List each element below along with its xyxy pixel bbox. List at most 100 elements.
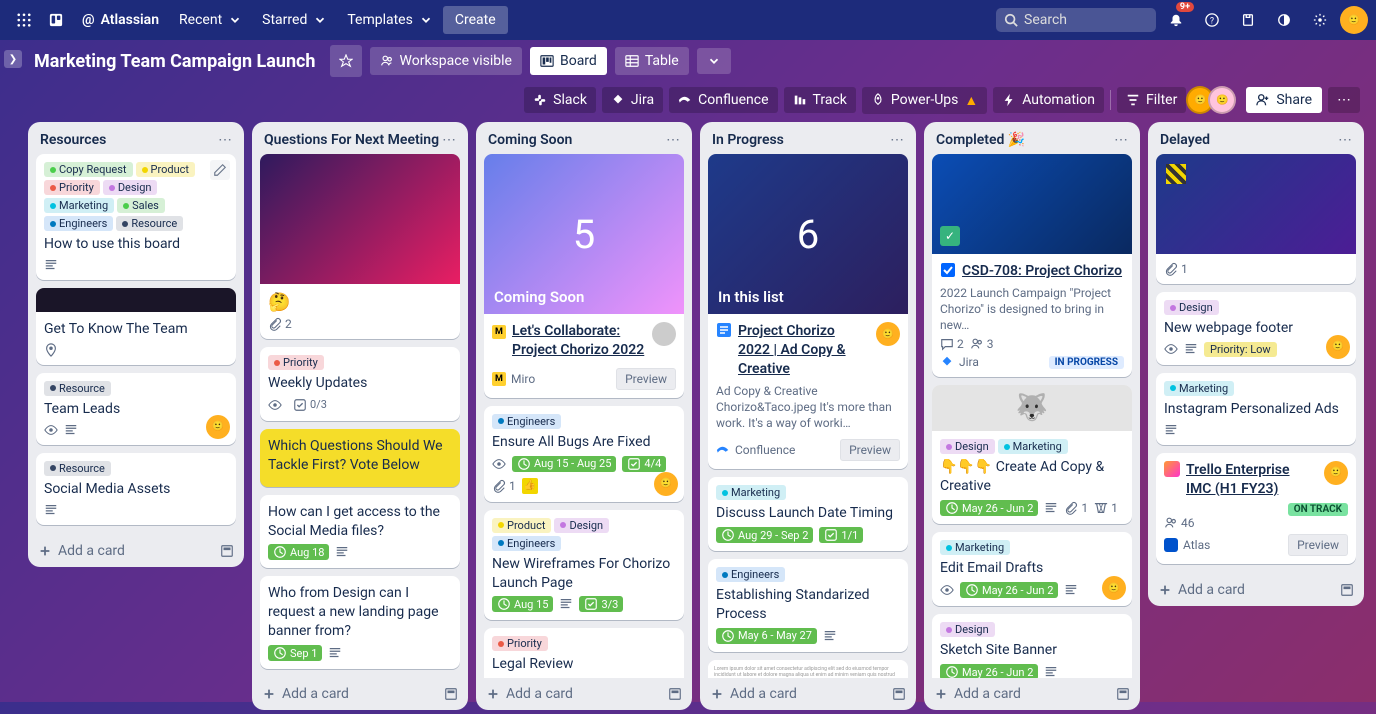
card[interactable]: MarketingInstagram Personalized Ads (1156, 373, 1356, 445)
star-icon[interactable] (330, 45, 362, 77)
nav-templates[interactable]: Templates (337, 6, 443, 34)
label[interactable]: Priority (492, 636, 548, 651)
due-date-badge[interactable]: Aug 15 (492, 596, 553, 612)
card[interactable]: 🤔 2 (260, 154, 460, 339)
card-template-icon[interactable] (892, 686, 906, 702)
card[interactable]: DesignNew webpage footerPriority: Low🙂 (1156, 292, 1356, 365)
board-menu-button[interactable]: ⋯ (1328, 87, 1360, 113)
list-menu-icon[interactable]: ⋯ (218, 132, 232, 148)
label[interactable]: Marketing (1164, 381, 1234, 396)
card[interactable]: ✓CSD-708: Project Chorizo2022 Launch Cam… (932, 154, 1132, 377)
card-template-icon[interactable] (1116, 686, 1130, 702)
card[interactable]: PriorityWeekly Updates 0/3 (260, 347, 460, 421)
card[interactable]: 1 (1156, 154, 1356, 284)
add-card-button[interactable]: Add a card (1148, 574, 1364, 606)
label[interactable]: Marketing (44, 198, 114, 213)
card-template-icon[interactable] (444, 686, 458, 702)
card-member-avatar[interactable]: 🙂 (876, 322, 900, 346)
preview-button[interactable]: Preview (616, 368, 676, 390)
due-date-badge[interactable]: May 26 - Jun 2 (940, 500, 1038, 516)
card[interactable]: ResourceSocial Media Assets (36, 453, 236, 525)
preview-button[interactable]: Preview (1288, 534, 1348, 556)
share-button[interactable]: Share (1246, 87, 1322, 113)
card-members[interactable]: 🙂 (658, 472, 678, 496)
board-title[interactable]: Marketing Team Campaign Launch (28, 51, 322, 72)
powerups-button[interactable]: Power-Ups ▲ (862, 87, 987, 114)
add-card-button[interactable]: Add a card (924, 678, 1140, 710)
card[interactable]: 🐺DesignMarketing👇👇👇 Create Ad Copy & Cre… (932, 385, 1132, 524)
nav-starred[interactable]: Starred (252, 6, 337, 34)
card[interactable]: Get To Know The Team (36, 288, 236, 365)
due-date-badge[interactable]: Sep 1 (268, 645, 322, 661)
label[interactable]: Design (940, 439, 995, 454)
card[interactable]: MarketingEdit Email Drafts May 26 - Jun … (932, 532, 1132, 606)
list-menu-icon[interactable]: ⋯ (1338, 132, 1352, 148)
label[interactable]: Product (136, 162, 195, 177)
list-title[interactable]: In Progress (712, 132, 784, 148)
card[interactable]: Copy RequestProductPriorityDesignMarketi… (36, 154, 236, 280)
due-date-badge[interactable]: May 26 - Jun 2 (960, 582, 1058, 598)
create-button[interactable]: Create (443, 6, 508, 34)
label[interactable]: Resource (44, 381, 111, 396)
card[interactable]: EngineersEnsure All Bugs Are Fixed Aug 1… (484, 406, 684, 502)
account-icon[interactable] (1232, 4, 1264, 36)
powerup-confluence[interactable]: Confluence (669, 87, 777, 113)
card[interactable]: EngineersEstablishing Standarized Proces… (708, 559, 908, 652)
list-title[interactable]: Completed 🎉 (936, 132, 1025, 148)
due-date-badge[interactable]: May 26 - Jun 2 (940, 664, 1038, 678)
filter-button[interactable]: Filter (1117, 87, 1186, 113)
card[interactable]: 5Coming SoonMLet's Collaborate: Project … (484, 154, 684, 398)
preview-button[interactable]: Preview (840, 439, 900, 461)
list-title[interactable]: Resources (40, 132, 106, 148)
card[interactable]: PriorityLegal Review Sep 5 - Sep 16 (484, 628, 684, 678)
app-switcher-icon[interactable] (8, 4, 40, 36)
card-template-icon[interactable] (668, 686, 682, 702)
label[interactable]: Design (940, 622, 995, 637)
label[interactable]: Resource (44, 461, 111, 476)
label[interactable]: Engineers (492, 414, 561, 429)
due-date-badge[interactable]: Aug 29 - Sep 2 (716, 527, 813, 543)
list-menu-icon[interactable]: ⋯ (1114, 132, 1128, 148)
add-card-button[interactable]: Add a card (28, 535, 244, 567)
board-members[interactable]: 🙂🙂 (1192, 86, 1236, 114)
add-card-button[interactable]: Add a card (252, 678, 468, 710)
label[interactable]: Engineers (492, 536, 561, 551)
card-template-icon[interactable] (1340, 582, 1354, 598)
label[interactable]: Sales (117, 198, 165, 213)
card[interactable]: Trello Enterprise IMC (H1 FY23)🙂ON TRACK… (1156, 453, 1356, 564)
card[interactable]: How can I get access to the Social Media… (260, 495, 460, 569)
card-member-avatar[interactable]: 🙂 (1324, 461, 1348, 485)
due-date-badge[interactable]: Aug 15 - Aug 25 (512, 456, 616, 472)
label[interactable]: Product (492, 518, 551, 533)
label[interactable]: Design (103, 180, 158, 195)
help-icon[interactable]: ? (1196, 4, 1228, 36)
powerup-slack[interactable]: Slack (524, 87, 596, 113)
card-template-icon[interactable] (220, 543, 234, 559)
due-date-badge[interactable]: Aug 18 (268, 544, 329, 560)
label[interactable]: Design (554, 518, 609, 533)
card[interactable]: Which Questions Should We Tackle First? … (260, 429, 460, 487)
powerup-jira[interactable]: Jira (602, 87, 663, 113)
list-menu-icon[interactable]: ⋯ (666, 132, 680, 148)
card[interactable]: Who from Design can I request a new land… (260, 576, 460, 669)
card-members[interactable]: 🙂 (210, 415, 230, 439)
list-title[interactable]: Coming Soon (488, 132, 572, 148)
label[interactable]: Engineers (716, 567, 785, 582)
edit-card-icon[interactable] (210, 160, 230, 180)
label[interactable]: Marketing (940, 540, 1010, 555)
trello-logo-icon[interactable] (40, 4, 72, 36)
sidebar-expand-handle[interactable]: ❯ (4, 50, 22, 68)
list-menu-icon[interactable]: ⋯ (442, 132, 456, 148)
list-title[interactable]: Questions For Next Meeting (264, 132, 439, 148)
due-date-badge[interactable]: May 6 - May 27 (716, 628, 817, 644)
card-members[interactable]: 🙂 (1330, 335, 1350, 359)
card-members[interactable]: 🙂 (1106, 576, 1126, 600)
card[interactable]: ResourceTeam Leads🙂 (36, 373, 236, 445)
card[interactable]: DesignSketch Site Banner May 26 - Jun 2 (932, 614, 1132, 678)
list-menu-icon[interactable]: ⋯ (890, 132, 904, 148)
card[interactable]: MarketingDiscuss Launch Date Timing Aug … (708, 477, 908, 551)
nav-recent[interactable]: Recent (169, 6, 252, 34)
settings-icon[interactable] (1304, 4, 1336, 36)
view-board-button[interactable]: Board (530, 47, 607, 75)
label[interactable]: Engineers (44, 216, 113, 231)
